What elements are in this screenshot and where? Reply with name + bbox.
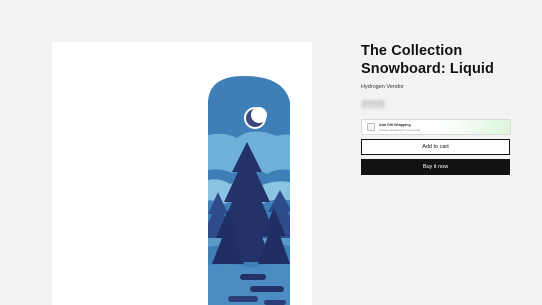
snowboard-illustration xyxy=(208,76,290,305)
product-image xyxy=(52,42,312,305)
add-to-cart-button[interactable]: Add to cart xyxy=(361,139,510,155)
gift-wrap-subtitle: Festive wrapping for your order xyxy=(379,128,421,132)
product-vendor: Hydrogen Vendor xyxy=(361,84,404,90)
gift-wrap-checkbox[interactable] xyxy=(367,123,375,131)
gift-wrap-option[interactable]: Add Gift Wrapping Festive wrapping for y… xyxy=(361,119,511,135)
gift-wrap-title: Add Gift Wrapping xyxy=(379,122,411,127)
buy-now-button[interactable]: Buy it now xyxy=(361,159,510,175)
product-info: The Collection Snowboard: Liquid Hydroge… xyxy=(361,42,511,175)
product-price: $749.95 xyxy=(361,100,385,109)
product-title: The Collection Snowboard: Liquid xyxy=(361,43,494,77)
